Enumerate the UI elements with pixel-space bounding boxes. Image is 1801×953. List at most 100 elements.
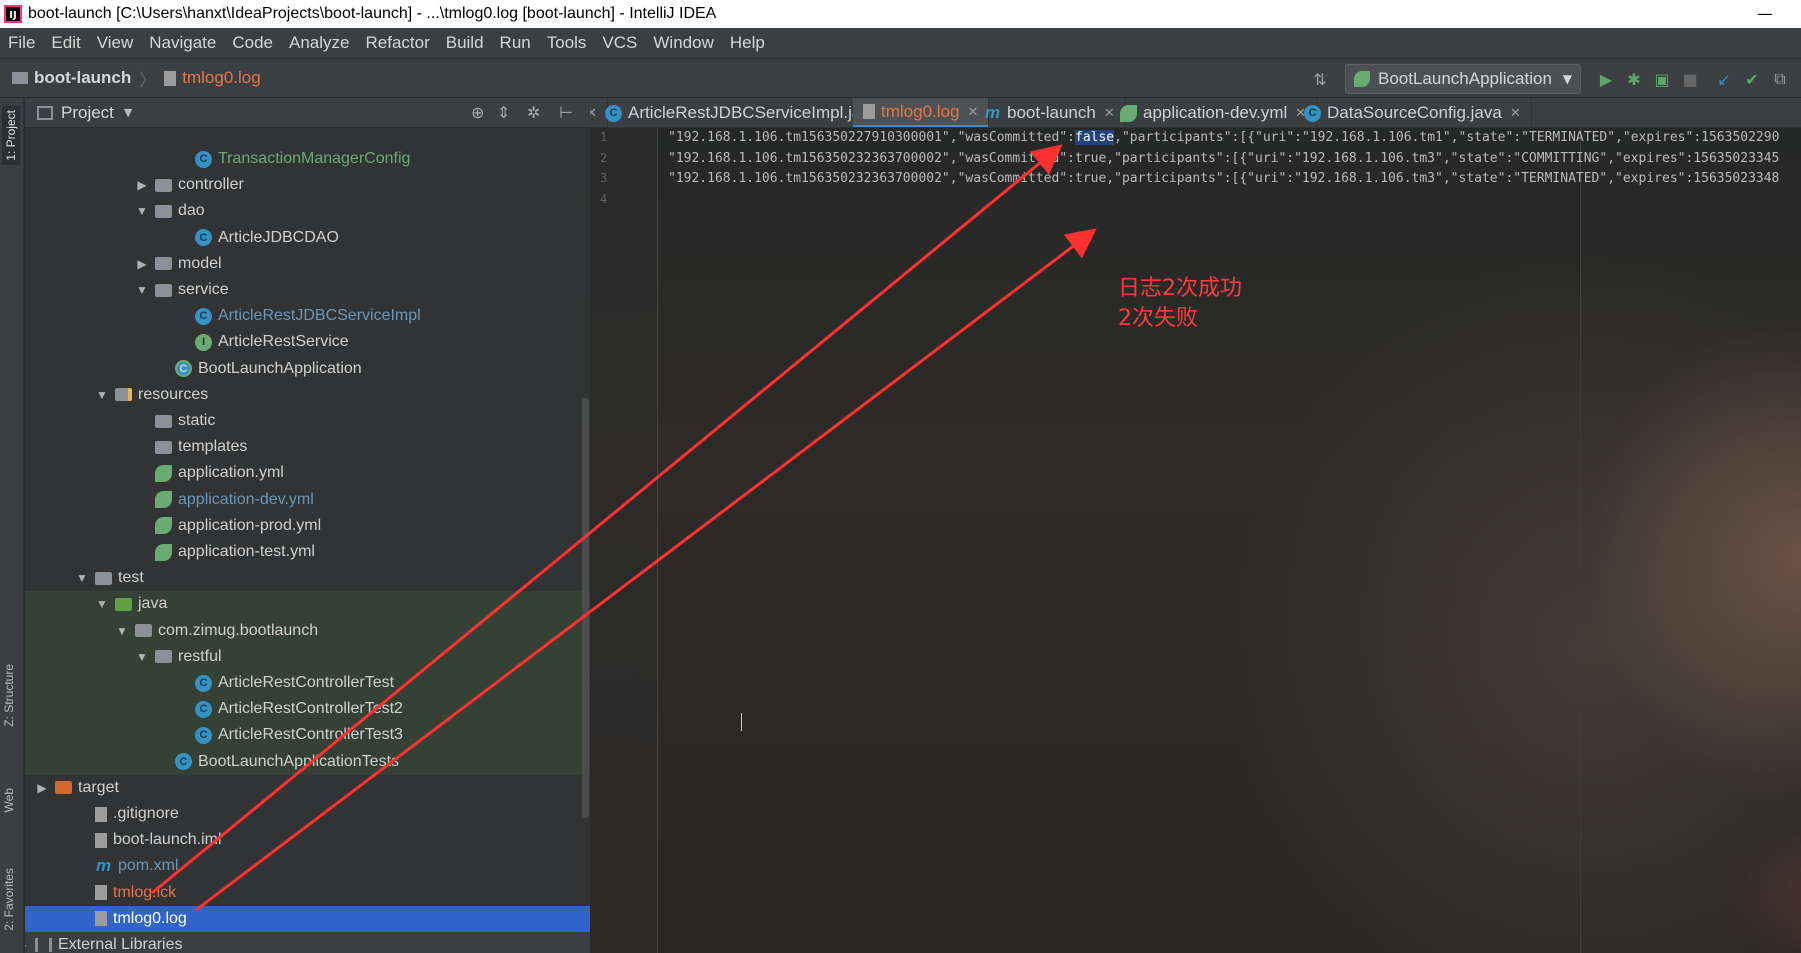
run-configuration-select[interactable]: BootLaunchApplication ▼ (1345, 64, 1581, 94)
expand-down-icon[interactable]: ▼ (95, 597, 109, 611)
folder-icon (155, 440, 172, 454)
tree-item[interactable]: application.yml (155, 460, 284, 486)
locate-icon[interactable]: ⊕ (471, 103, 484, 122)
vcs-history-icon[interactable]: ⧉ (1769, 68, 1791, 90)
tree-item[interactable]: ▼ com.zimug.bootlaunch (115, 618, 318, 644)
tree-item[interactable]: ▼ service (135, 277, 229, 303)
project-scrollbar[interactable] (582, 398, 589, 818)
coverage-icon[interactable]: ▣ (1651, 68, 1673, 90)
tree-item[interactable]: ▼ java (95, 591, 167, 617)
tree-item[interactable]: templates (155, 434, 247, 460)
class-icon: C (195, 150, 212, 168)
menu-help[interactable]: Help (730, 33, 765, 53)
editor-area[interactable]: 1 2 3 4 "192.168.1.106.tm156350227910300001… (590, 128, 1801, 953)
tree-item[interactable]: application-test.yml (155, 539, 315, 565)
gear-icon[interactable]: ✲ (527, 103, 540, 122)
expand-down-icon[interactable]: ▼ (135, 650, 149, 664)
tool-tab-favorites[interactable]: 2: Favorites (2, 868, 16, 931)
menu-view[interactable]: View (97, 33, 134, 53)
tool-tab-project[interactable]: 1: Project (2, 106, 20, 165)
expand-right-icon[interactable]: ▶ (35, 781, 49, 795)
tree-item[interactable]: tmlog0.log (95, 906, 187, 932)
tree-item[interactable]: ▼ test (75, 565, 144, 591)
tree-item[interactable]: ▼ dao (135, 198, 205, 224)
editor-tab[interactable]: m boot-launch ✕ (974, 98, 1126, 127)
tree-item[interactable]: C TransactionManagerConfig (195, 146, 410, 172)
tree-item[interactable]: ▶ External Libraries (25, 932, 183, 953)
tree-item[interactable]: C BootLaunchApplication (175, 356, 362, 382)
menu-code[interactable]: Code (232, 33, 273, 53)
collapse-all-icon[interactable]: ⇕ (497, 103, 510, 122)
tree-item[interactable]: ▼ restful (135, 644, 222, 670)
menu-window[interactable]: Window (653, 33, 713, 53)
expand-down-icon[interactable]: ▼ (95, 388, 109, 402)
tree-item[interactable]: application-prod.yml (155, 513, 321, 539)
menu-file[interactable]: File (8, 33, 35, 53)
menu-analyze[interactable]: Analyze (289, 33, 349, 53)
menu-navigate[interactable]: Navigate (149, 33, 216, 53)
editor-tab-label: application-dev.yml (1143, 103, 1288, 122)
tree-item[interactable]: ▶ model (135, 251, 221, 277)
menu-refactor[interactable]: Refactor (365, 33, 429, 53)
run-icon[interactable]: ▶ (1595, 68, 1617, 90)
expand-down-icon[interactable]: ▼ (135, 204, 149, 218)
menu-build[interactable]: Build (446, 33, 484, 53)
tree-item[interactable]: m pom.xml (95, 853, 179, 879)
editor-tab[interactable]: tmlog0.log ✕ (853, 98, 990, 127)
breadcrumb-project[interactable]: boot-launch (34, 68, 131, 88)
expand-down-icon[interactable]: ▼ (135, 283, 149, 297)
expand-right-icon[interactable]: ▶ (135, 178, 149, 192)
code-line[interactable]: "192.168.1.106.tm156350232363700002","wa… (668, 151, 1779, 166)
build-icon[interactable]: ⇅ (1309, 68, 1331, 90)
tree-item[interactable]: C ArticleRestControllerTest3 (195, 722, 403, 748)
menu-run[interactable]: Run (500, 33, 531, 53)
tree-item[interactable]: C ArticleRestJDBCServiceImpl (195, 303, 421, 329)
code-line[interactable]: "192.168.1.106.tm156350227910300001","wa… (668, 130, 1779, 145)
editor-tab[interactable]: application-dev.yml ✕ (1110, 98, 1318, 127)
menu-edit[interactable]: Edit (51, 33, 80, 53)
tree-item[interactable]: boot-launch.iml (95, 827, 222, 853)
minimize-button[interactable]: — (1757, 4, 1773, 23)
tree-item[interactable]: C ArticleJDBCDAO (195, 225, 339, 251)
vcs-update-icon[interactable]: ↙ (1713, 68, 1735, 90)
tree-item[interactable]: tmlog.lck (95, 880, 176, 906)
tree-item[interactable]: ▼ resources (95, 382, 208, 408)
expand-right-icon[interactable]: ▶ (135, 257, 149, 271)
tool-tab-structure[interactable]: Z: Structure (2, 664, 16, 727)
right-margin-guide (1580, 128, 1581, 953)
annotation-line: 2次失败 (1118, 306, 1198, 331)
maven-icon: m (984, 103, 1001, 122)
tree-item-label: target (78, 778, 119, 796)
tree-item-label: TransactionManagerConfig (218, 150, 411, 167)
debug-icon[interactable]: ✱ (1623, 68, 1645, 90)
vcs-commit-icon[interactable]: ✔ (1741, 68, 1763, 90)
code-line[interactable]: "192.168.1.106.tm156350232363700002","wa… (668, 171, 1779, 186)
expand-down-icon[interactable]: ▼ (115, 624, 129, 638)
chevron-down-icon[interactable]: ▼ (124, 106, 132, 119)
tree-item[interactable]: application-dev.yml (155, 487, 314, 513)
project-panel: Project ▼ ⊕ ⇕ ✲ ⊢ C TransactionManagerCon… (25, 98, 590, 953)
tree-item-label: BootLaunchApplicationTests (198, 752, 400, 770)
text-cursor (741, 713, 743, 731)
tree-item-label: ArticleRestControllerTest2 (218, 700, 403, 718)
tree-item[interactable]: C ArticleRestControllerTest (195, 670, 394, 696)
menu-tools[interactable]: Tools (547, 33, 587, 53)
tree-item[interactable]: .gitignore (95, 801, 179, 827)
tree-item[interactable]: ▶ target (35, 775, 119, 801)
tool-tab-web[interactable]: Web (2, 788, 16, 812)
tree-item[interactable]: C BootLaunchApplicationTests (175, 749, 399, 775)
tree-item[interactable]: C ArticleRestControllerTest2 (195, 696, 403, 722)
expand-down-icon[interactable]: ▼ (75, 571, 89, 585)
hide-panel-icon[interactable]: ⊢ (559, 103, 573, 122)
tree-item[interactable]: ▶ controller (135, 172, 243, 198)
expand-right-icon[interactable]: ▶ (25, 938, 29, 952)
close-icon[interactable]: ✕ (1510, 105, 1521, 121)
highlighted-text: false (1075, 130, 1115, 145)
stop-icon[interactable]: ■ (1679, 68, 1701, 90)
project-panel-title[interactable]: Project (61, 103, 114, 123)
tree-item[interactable]: static (155, 408, 215, 434)
menu-vcs[interactable]: VCS (602, 33, 637, 53)
tree-item[interactable]: I ArticleRestService (195, 329, 349, 355)
breadcrumb-file[interactable]: tmlog0.log (182, 68, 260, 88)
editor-tab[interactable]: C DataSourceConfig.java ✕ (1294, 98, 1532, 127)
